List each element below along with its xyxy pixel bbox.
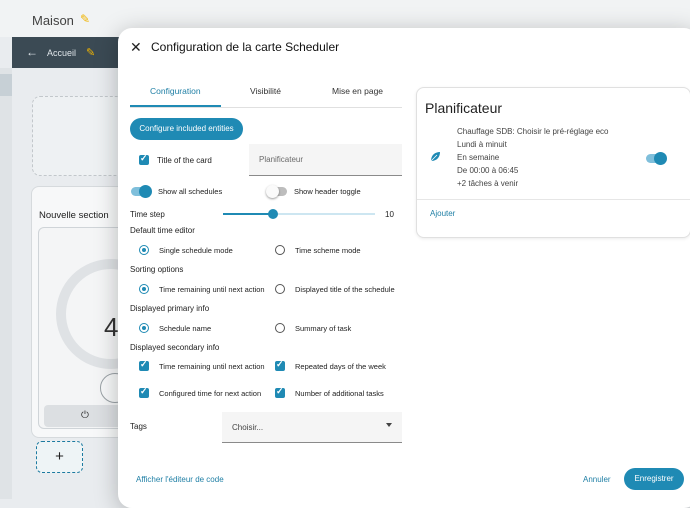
- checkbox-additional-tasks[interactable]: [275, 386, 285, 398]
- cancel-button[interactable]: Annuler: [583, 475, 611, 484]
- tags-label: Tags: [130, 422, 147, 431]
- scheduler-preview-card: Planificateur Chauffage SDB: Choisir le …: [416, 87, 690, 238]
- preview-title: Planificateur: [425, 100, 503, 116]
- radio-summary-label: Summary of task: [295, 324, 352, 333]
- empty-card-placeholder[interactable]: [32, 96, 124, 176]
- back-arrow-icon[interactable]: ←: [26, 45, 38, 59]
- time-step-value: 10: [385, 210, 394, 219]
- tab-layout[interactable]: Mise en page: [332, 86, 383, 96]
- show-all-schedules-toggle[interactable]: [131, 185, 152, 198]
- card-title-placeholder: Planificateur: [259, 155, 304, 164]
- radio-time-scheme[interactable]: [275, 245, 285, 255]
- checkbox-configured-time-label: Configured time for next action: [159, 389, 262, 398]
- add-card-button[interactable]: +: [36, 441, 83, 473]
- section-title: Nouvelle section: [39, 210, 109, 221]
- primary-info-label: Displayed primary info: [130, 304, 210, 313]
- secondary-info-label: Displayed secondary info: [130, 343, 220, 352]
- title-checkbox-label: Title of the card: [157, 156, 212, 165]
- checkbox-time-remaining-label: Time remaining until next action: [159, 362, 265, 371]
- save-button[interactable]: Enregistrer: [624, 468, 684, 490]
- tags-select[interactable]: Choisir...: [222, 412, 402, 443]
- card-divider: [417, 199, 690, 200]
- sidebar-item[interactable]: [0, 74, 12, 96]
- time-step-slider-thumb[interactable]: [268, 209, 279, 219]
- sidebar: [0, 68, 12, 499]
- power-button[interactable]: ⏻: [44, 405, 126, 427]
- show-header-label: Show header toggle: [294, 187, 361, 196]
- radio-sort-time-remaining[interactable]: [139, 284, 149, 294]
- checkbox-repeated-days[interactable]: [275, 359, 285, 371]
- tab-bar: Configuration Visibilité Mise en page: [130, 86, 402, 108]
- checkbox-configured-time[interactable]: [139, 386, 149, 398]
- radio-single-schedule-label: Single schedule mode: [159, 246, 233, 255]
- preview-task-title: Chauffage SDB: Choisir le pré-réglage ec…: [457, 127, 609, 136]
- preview-days: En semaine: [457, 153, 500, 162]
- tabs-divider: [130, 107, 402, 108]
- radio-summary[interactable]: [275, 323, 285, 333]
- card-config-dialog: ✕ Configuration de la carte Scheduler Co…: [118, 28, 690, 508]
- checkbox-additional-tasks-label: Number of additional tasks: [295, 389, 384, 398]
- show-code-editor-link[interactable]: Afficher l'éditeur de code: [136, 475, 224, 484]
- schedule-toggle[interactable]: [646, 152, 667, 165]
- thermostat-value: 4: [104, 312, 119, 342]
- tab-visibility[interactable]: Visibilité: [250, 86, 281, 96]
- radio-sort-title[interactable]: [275, 284, 285, 294]
- radio-time-scheme-label: Time scheme mode: [295, 246, 361, 255]
- radio-sort-title-label: Displayed title of the schedule: [295, 285, 395, 294]
- show-header-toggle[interactable]: [266, 185, 287, 198]
- radio-sort-time-remaining-label: Time remaining until next action: [159, 285, 265, 294]
- chevron-down-icon: [386, 423, 392, 427]
- close-icon[interactable]: ✕: [130, 39, 142, 56]
- radio-schedule-name-label: Schedule name: [159, 324, 212, 333]
- pencil-icon[interactable]: ✎: [86, 46, 95, 59]
- tags-placeholder: Choisir...: [232, 423, 264, 432]
- breadcrumb[interactable]: Accueil: [47, 48, 76, 58]
- pencil-icon[interactable]: ✎: [80, 12, 90, 26]
- time-step-label: Time step: [130, 210, 165, 219]
- preview-additional-tasks: +2 tâches à venir: [457, 179, 519, 188]
- dialog-title: Configuration de la carte Scheduler: [151, 40, 340, 54]
- dashboard-title: Maison: [32, 13, 74, 28]
- default-editor-label: Default time editor: [130, 226, 195, 235]
- radio-single-schedule[interactable]: [139, 245, 149, 255]
- leaf-icon: [430, 152, 440, 162]
- tab-configuration[interactable]: Configuration: [150, 86, 201, 96]
- sorting-options-label: Sorting options: [130, 265, 184, 274]
- checkbox-repeated-days-label: Repeated days of the week: [295, 362, 386, 371]
- preview-time-range: De 00:00 à 06:45: [457, 166, 519, 175]
- show-all-schedules-label: Show all schedules: [158, 187, 223, 196]
- checkbox-time-remaining[interactable]: [139, 359, 149, 371]
- time-step-slider-fill: [223, 213, 274, 215]
- title-checkbox[interactable]: [139, 153, 149, 165]
- radio-schedule-name[interactable]: [139, 323, 149, 333]
- section-card: Nouvelle section 4 ⏻: [31, 186, 166, 438]
- configure-entities-button[interactable]: Configure included entities: [130, 118, 243, 140]
- card-title-input[interactable]: Planificateur: [249, 144, 402, 176]
- preview-next-time: Lundi à minuit: [457, 140, 507, 149]
- add-schedule-button[interactable]: Ajouter: [430, 209, 455, 218]
